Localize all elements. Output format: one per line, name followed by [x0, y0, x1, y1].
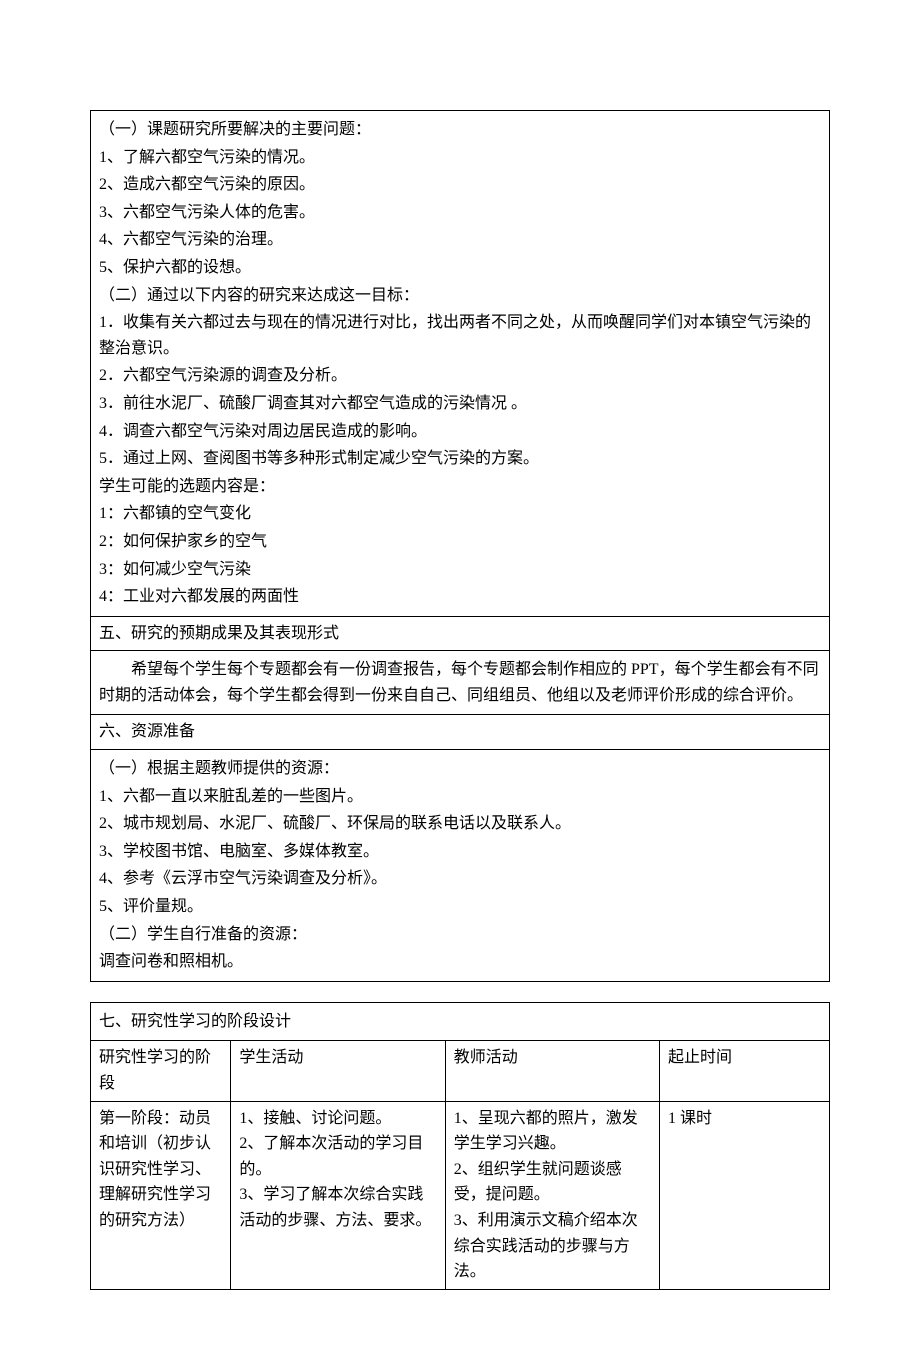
col-header-phase: 研究性学习的阶段	[91, 1041, 231, 1101]
content-item: 2．六都空气污染源的调查及分析。	[99, 363, 821, 389]
section5-title: 五、研究的预期成果及其表现形式	[91, 616, 830, 651]
section-research-problems: （一）课题研究所要解决的主要问题： 1、了解六都空气污染的情况。 2、造成六都空…	[91, 111, 830, 617]
resource-item: 1、六都一直以来脏乱差的一些图片。	[99, 784, 821, 810]
main-content-table: （一）课题研究所要解决的主要问题： 1、了解六都空气污染的情况。 2、造成六都空…	[90, 110, 830, 982]
resource-item: 4、参考《云浮市空气污染调查及分析》。	[99, 866, 821, 892]
phase1-time: 1 课时	[660, 1101, 830, 1289]
topic-item: 3：如何减少空气污染	[99, 557, 821, 583]
topic-item: 4：工业对六都发展的两面性	[99, 584, 821, 610]
resource-item: 5、评价量规。	[99, 894, 821, 920]
section6-content-cell: （一）根据主题教师提供的资源： 1、六都一直以来脏乱差的一些图片。 2、城市规划…	[91, 750, 830, 982]
problem-item: 3、六都空气污染人体的危害。	[99, 200, 821, 226]
problem-item: 2、造成六都空气污染的原因。	[99, 172, 821, 198]
section6-title: 六、资源准备	[91, 715, 830, 750]
phase1-name: 第一阶段：动员和培训（初步认识研究性学习、理解研究性学习的研究方法）	[91, 1101, 231, 1289]
content-item: 3．前往水泥厂、硫酸厂调查其对六都空气造成的污染情况 。	[99, 391, 821, 417]
student-resources-content: 调查问卷和照相机。	[99, 949, 821, 975]
section7-title: 七、研究性学习的阶段设计	[91, 1002, 830, 1041]
content-item: 4．调查六都空气污染对周边居民造成的影响。	[99, 419, 821, 445]
phase-design-table: 七、研究性学习的阶段设计 研究性学习的阶段 学生活动 教师活动 起止时间 第一阶…	[90, 1002, 830, 1290]
research-problems-header: （一）课题研究所要解决的主要问题：	[99, 117, 821, 143]
research-content-header: （二）通过以下内容的研究来达成这一目标：	[99, 283, 821, 309]
student-resources-header: （二）学生自行准备的资源：	[99, 922, 821, 948]
phase-row-1: 第一阶段：动员和培训（初步认识研究性学习、理解研究性学习的研究方法） 1、接触、…	[91, 1101, 830, 1289]
section5-content-cell: 希望每个学生每个专题都会有一份调查报告，每个专题都会制作相应的 PPT，每个学生…	[91, 651, 830, 715]
topic-item: 1：六都镇的空气变化	[99, 501, 821, 527]
col-header-time: 起止时间	[660, 1041, 830, 1101]
problem-item: 5、保护六都的设想。	[99, 255, 821, 281]
phase1-student-activity: 1、接触、讨论问题。 2、了解本次活动的学习目的。 3、学习了解本次综合实践活动…	[231, 1101, 445, 1289]
problem-item: 4、六都空气污染的治理。	[99, 227, 821, 253]
topic-item: 2：如何保护家乡的空气	[99, 529, 821, 555]
problem-item: 1、了解六都空气污染的情况。	[99, 145, 821, 171]
col-header-student: 学生活动	[231, 1041, 445, 1101]
phase1-teacher-activity: 1、呈现六都的照片，激发学生学习兴趣。 2、组织学生就问题谈感受，提问题。 3、…	[445, 1101, 659, 1289]
content-item: 5．通过上网、查阅图书等多种形式制定减少空气污染的方案。	[99, 446, 821, 472]
topics-header: 学生可能的选题内容是：	[99, 474, 821, 500]
phase-table-header-row: 研究性学习的阶段 学生活动 教师活动 起止时间	[91, 1041, 830, 1101]
resource-item: 2、城市规划局、水泥厂、硫酸厂、环保局的联系电话以及联系人。	[99, 811, 821, 837]
teacher-resources-header: （一）根据主题教师提供的资源：	[99, 756, 821, 782]
col-header-teacher: 教师活动	[445, 1041, 659, 1101]
content-item: 1．收集有关六都过去与现在的情况进行对比，找出两者不同之处，从而唤醒同学们对本镇…	[99, 310, 821, 361]
section5-content: 希望每个学生每个专题都会有一份调查报告，每个专题都会制作相应的 PPT，每个学生…	[99, 657, 821, 708]
resource-item: 3、学校图书馆、电脑室、多媒体教室。	[99, 839, 821, 865]
